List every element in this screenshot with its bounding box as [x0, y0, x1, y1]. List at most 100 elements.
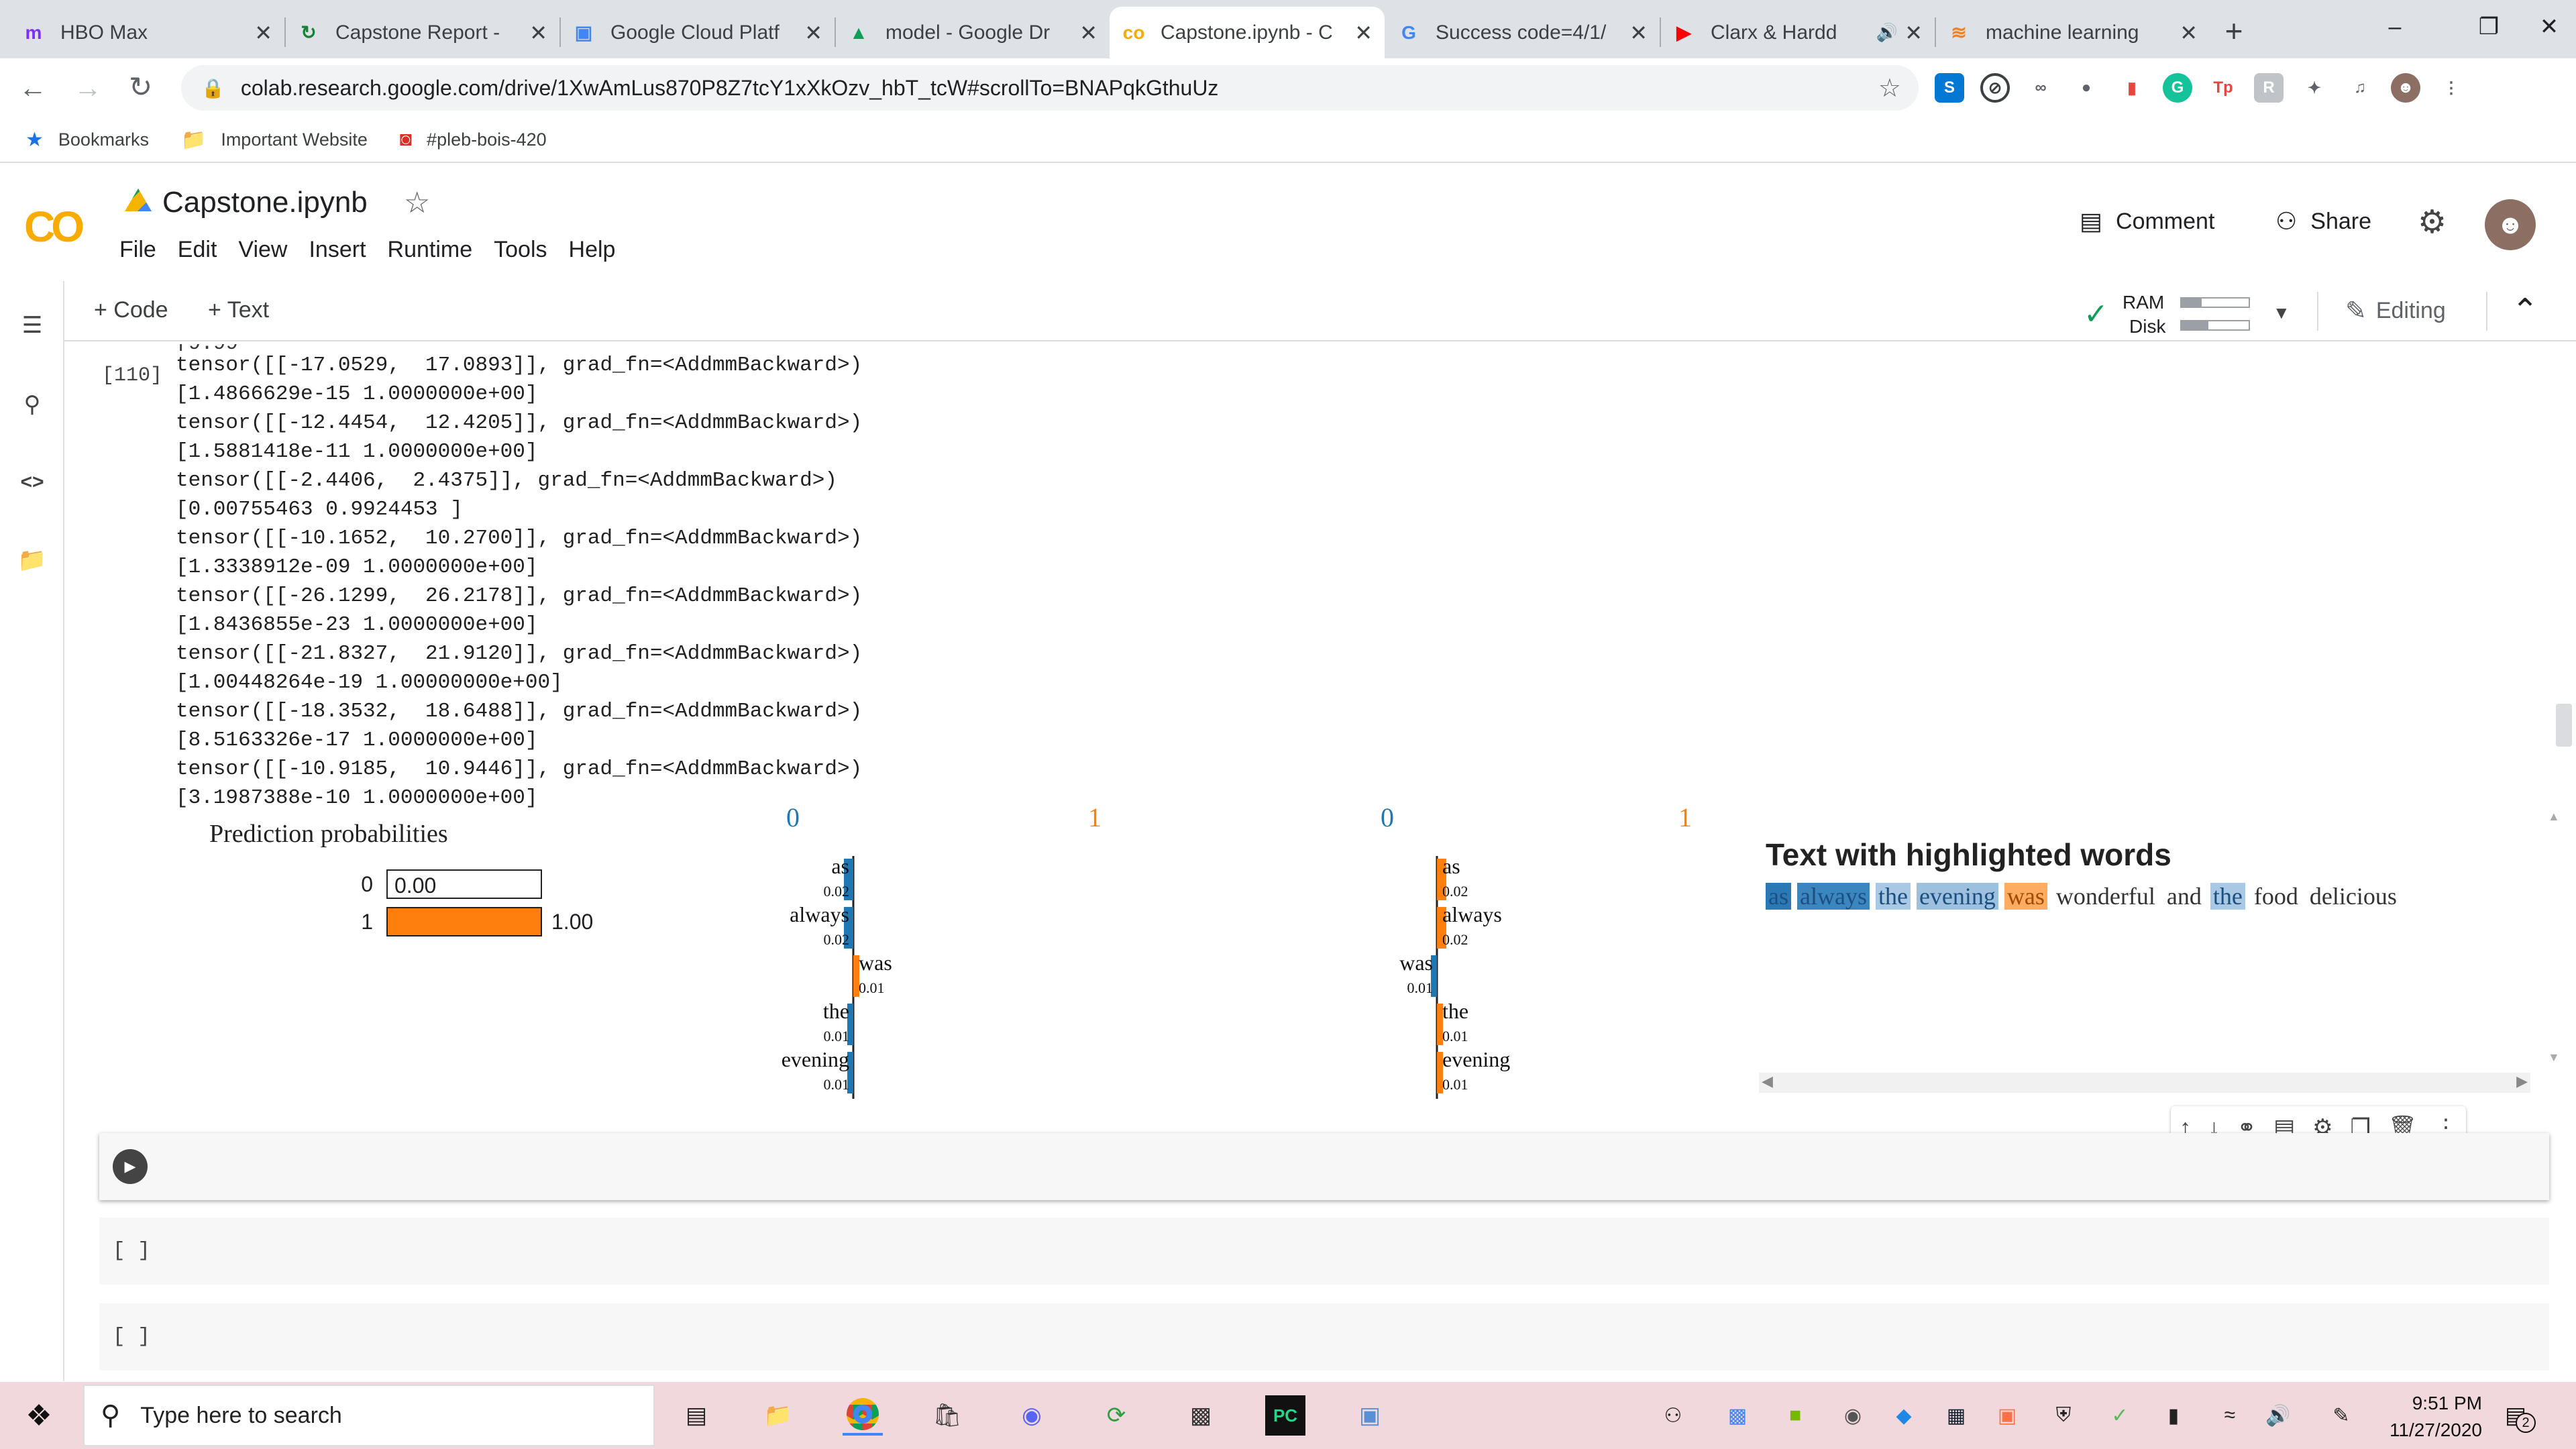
share-button[interactable]: ⚇ Share	[2275, 207, 2371, 235]
browser-tab[interactable]: ↻ Capstone Report - ✕	[284, 7, 559, 58]
files-folder-icon[interactable]: 📁	[17, 545, 47, 575]
discord-tray-icon[interactable]: ◉	[1833, 1395, 1873, 1436]
taskbar-search-box[interactable]: ⚲ Type here to search	[83, 1385, 655, 1446]
store-icon[interactable]: 🛍	[927, 1395, 967, 1436]
translate-ext-icon[interactable]: ∞	[2026, 73, 2055, 103]
omnibox[interactable]: 🔒 colab.research.google.com/drive/1XwAmL…	[181, 65, 1919, 111]
media-control-icon[interactable]: ♫	[2345, 73, 2375, 103]
bookmark-item[interactable]: ★ Bookmarks	[25, 128, 149, 152]
bars-ext-icon[interactable]: ▮	[2117, 73, 2147, 103]
browser-tab[interactable]: ▲ model - Google Dr ✕	[835, 7, 1110, 58]
user-avatar[interactable]: ☻	[2485, 199, 2536, 250]
people-tray-icon[interactable]: ⚇	[1653, 1395, 1693, 1436]
vertical-scrollbar[interactable]: ▲ ▼	[2544, 806, 2564, 1069]
close-tab-icon[interactable]: ✕	[1354, 20, 1373, 46]
notification-center-icon[interactable]: ▤ 2	[2496, 1395, 2536, 1436]
bookmark-star-icon[interactable]: ☆	[1878, 73, 1901, 103]
menu-tools[interactable]: Tools	[494, 237, 547, 263]
menu-edit[interactable]: Edit	[178, 237, 217, 263]
code-cell[interactable]: [ ]	[99, 1218, 2549, 1285]
forward-button[interactable]: →	[74, 72, 102, 104]
volume-icon[interactable]: 🔊	[2258, 1395, 2298, 1436]
close-tab-icon[interactable]: ✕	[2180, 20, 2198, 46]
audio-playing-icon[interactable]: 🔊	[1876, 22, 1898, 43]
run-cell-button[interactable]: ▶	[113, 1149, 148, 1184]
discord-icon[interactable]: ◉	[1012, 1395, 1052, 1436]
r-ext-icon[interactable]: R	[2254, 73, 2284, 103]
puzzle-ext-icon[interactable]: ✦	[2300, 73, 2329, 103]
tp-ext-icon[interactable]: Tp	[2208, 73, 2238, 103]
active-code-cell[interactable]: ▶	[99, 1133, 2549, 1200]
notebook-title[interactable]: Capstone.ipynb	[162, 186, 368, 219]
bookmark-item[interactable]: ◙ #pleb-bois-420	[400, 128, 547, 151]
menu-view[interactable]: View	[238, 237, 287, 263]
close-tab-icon[interactable]: ✕	[804, 20, 822, 46]
tray-app-icon[interactable]: ✓	[2100, 1395, 2140, 1436]
colab-logo[interactable]: CO	[24, 202, 85, 252]
sync-app-icon[interactable]: ⟳	[1096, 1395, 1136, 1436]
restore-button[interactable]: ❐	[2442, 0, 2536, 54]
close-tab-icon[interactable]: ✕	[1079, 20, 1097, 46]
photos-icon[interactable]: ▣	[1350, 1395, 1390, 1436]
close-window-button[interactable]: ✕	[2522, 0, 2576, 54]
horizontal-scrollbar[interactable]: ◀ ▶	[1759, 1073, 2530, 1093]
comment-button[interactable]: ▤ Comment	[2080, 207, 2214, 235]
nvidia-icon[interactable]: ■	[1775, 1395, 1815, 1436]
editing-mode[interactable]: ✎ Editing	[2345, 296, 2446, 326]
scroll-left-arrow-icon[interactable]: ◀	[1762, 1073, 1773, 1090]
menu-insert[interactable]: Insert	[309, 237, 366, 263]
scroll-right-arrow-icon[interactable]: ▶	[2516, 1073, 2528, 1090]
bookmark-item[interactable]: 📁 Important Website	[181, 128, 368, 152]
menu-file[interactable]: File	[119, 237, 156, 263]
battery-icon[interactable]: ▮	[2153, 1395, 2194, 1436]
collapse-chevron-up-icon[interactable]: ⌃	[2512, 292, 2538, 329]
code-cell[interactable]: [ ]	[99, 1303, 2549, 1371]
block-ext-icon[interactable]: ⊘	[1980, 73, 2010, 103]
menu-help[interactable]: Help	[569, 237, 616, 263]
resources-widget[interactable]: ✓ RAM Disk ▼	[2084, 288, 2298, 337]
task-view-icon[interactable]: ▤	[676, 1395, 716, 1436]
browser-tab[interactable]: G Success code=4/1/ ✕	[1385, 7, 1660, 58]
reload-button[interactable]: ↻	[129, 70, 152, 103]
add-code-button[interactable]: + Code	[94, 297, 168, 323]
wifi-icon[interactable]: ≈	[2210, 1395, 2250, 1436]
circle-ext-icon[interactable]: ●	[2072, 73, 2101, 103]
browser-tab[interactable]: m HBO Max ✕	[9, 7, 284, 58]
close-tab-icon[interactable]: ✕	[1904, 20, 1923, 46]
close-tab-icon[interactable]: ✕	[529, 20, 547, 46]
minimize-button[interactable]: –	[2348, 0, 2442, 54]
browser-tab[interactable]: ▶ Clarx & Hardd 🔊 ✕	[1660, 7, 1935, 58]
terminal-app-icon[interactable]: ▩	[1181, 1395, 1221, 1436]
scroll-down-arrow-icon[interactable]: ▼	[2548, 1051, 2560, 1065]
chrome-menu-icon[interactable]: ⋮	[2436, 73, 2466, 103]
page-scrollbar-thumb[interactable]	[2556, 704, 2572, 747]
close-tab-icon[interactable]: ✕	[254, 20, 272, 46]
back-button[interactable]: ←	[19, 72, 47, 104]
menu-runtime[interactable]: Runtime	[388, 237, 473, 263]
scroll-up-arrow-icon[interactable]: ▲	[2548, 810, 2560, 824]
tray-app-icon[interactable]: ▦	[1936, 1395, 1976, 1436]
tray-app-icon[interactable]: ◆	[1884, 1395, 1924, 1436]
browser-tab[interactable]: co Capstone.ipynb - C ✕	[1110, 7, 1385, 58]
windows-start-icon[interactable]: ❖	[19, 1395, 59, 1436]
browser-tab[interactable]: ≋ machine learning ✕	[1935, 7, 2210, 58]
table-of-contents-icon[interactable]: ☰	[17, 311, 47, 340]
tray-app-icon[interactable]: ▣	[1987, 1395, 2027, 1436]
add-text-button[interactable]: + Text	[208, 297, 269, 323]
search-icon[interactable]: ⚲	[17, 390, 47, 419]
pycharm-icon[interactable]: PC	[1265, 1395, 1305, 1436]
security-shield-icon[interactable]: ⛨	[2043, 1395, 2084, 1436]
clock[interactable]: 9:51 PM 11/27/2020	[2361, 1390, 2482, 1444]
favorite-star-icon[interactable]: ☆	[404, 186, 430, 220]
settings-gear-icon[interactable]: ⚙	[2418, 203, 2447, 241]
tray-app-icon[interactable]: ▩	[1717, 1395, 1758, 1436]
chrome-icon[interactable]	[843, 1395, 883, 1436]
file-explorer-icon[interactable]: 📁	[758, 1395, 798, 1436]
grammarly-ext-icon[interactable]: G	[2163, 73, 2192, 103]
cell-run-indicator[interactable]: [ ]	[113, 1236, 150, 1265]
close-tab-icon[interactable]: ✕	[1629, 20, 1648, 46]
code-snippets-icon[interactable]: <>	[17, 468, 47, 497]
chevron-down-icon[interactable]: ▼	[2273, 303, 2290, 323]
new-tab-button[interactable]: +	[2214, 11, 2254, 51]
skype-ext-icon[interactable]: S	[1935, 73, 1964, 103]
